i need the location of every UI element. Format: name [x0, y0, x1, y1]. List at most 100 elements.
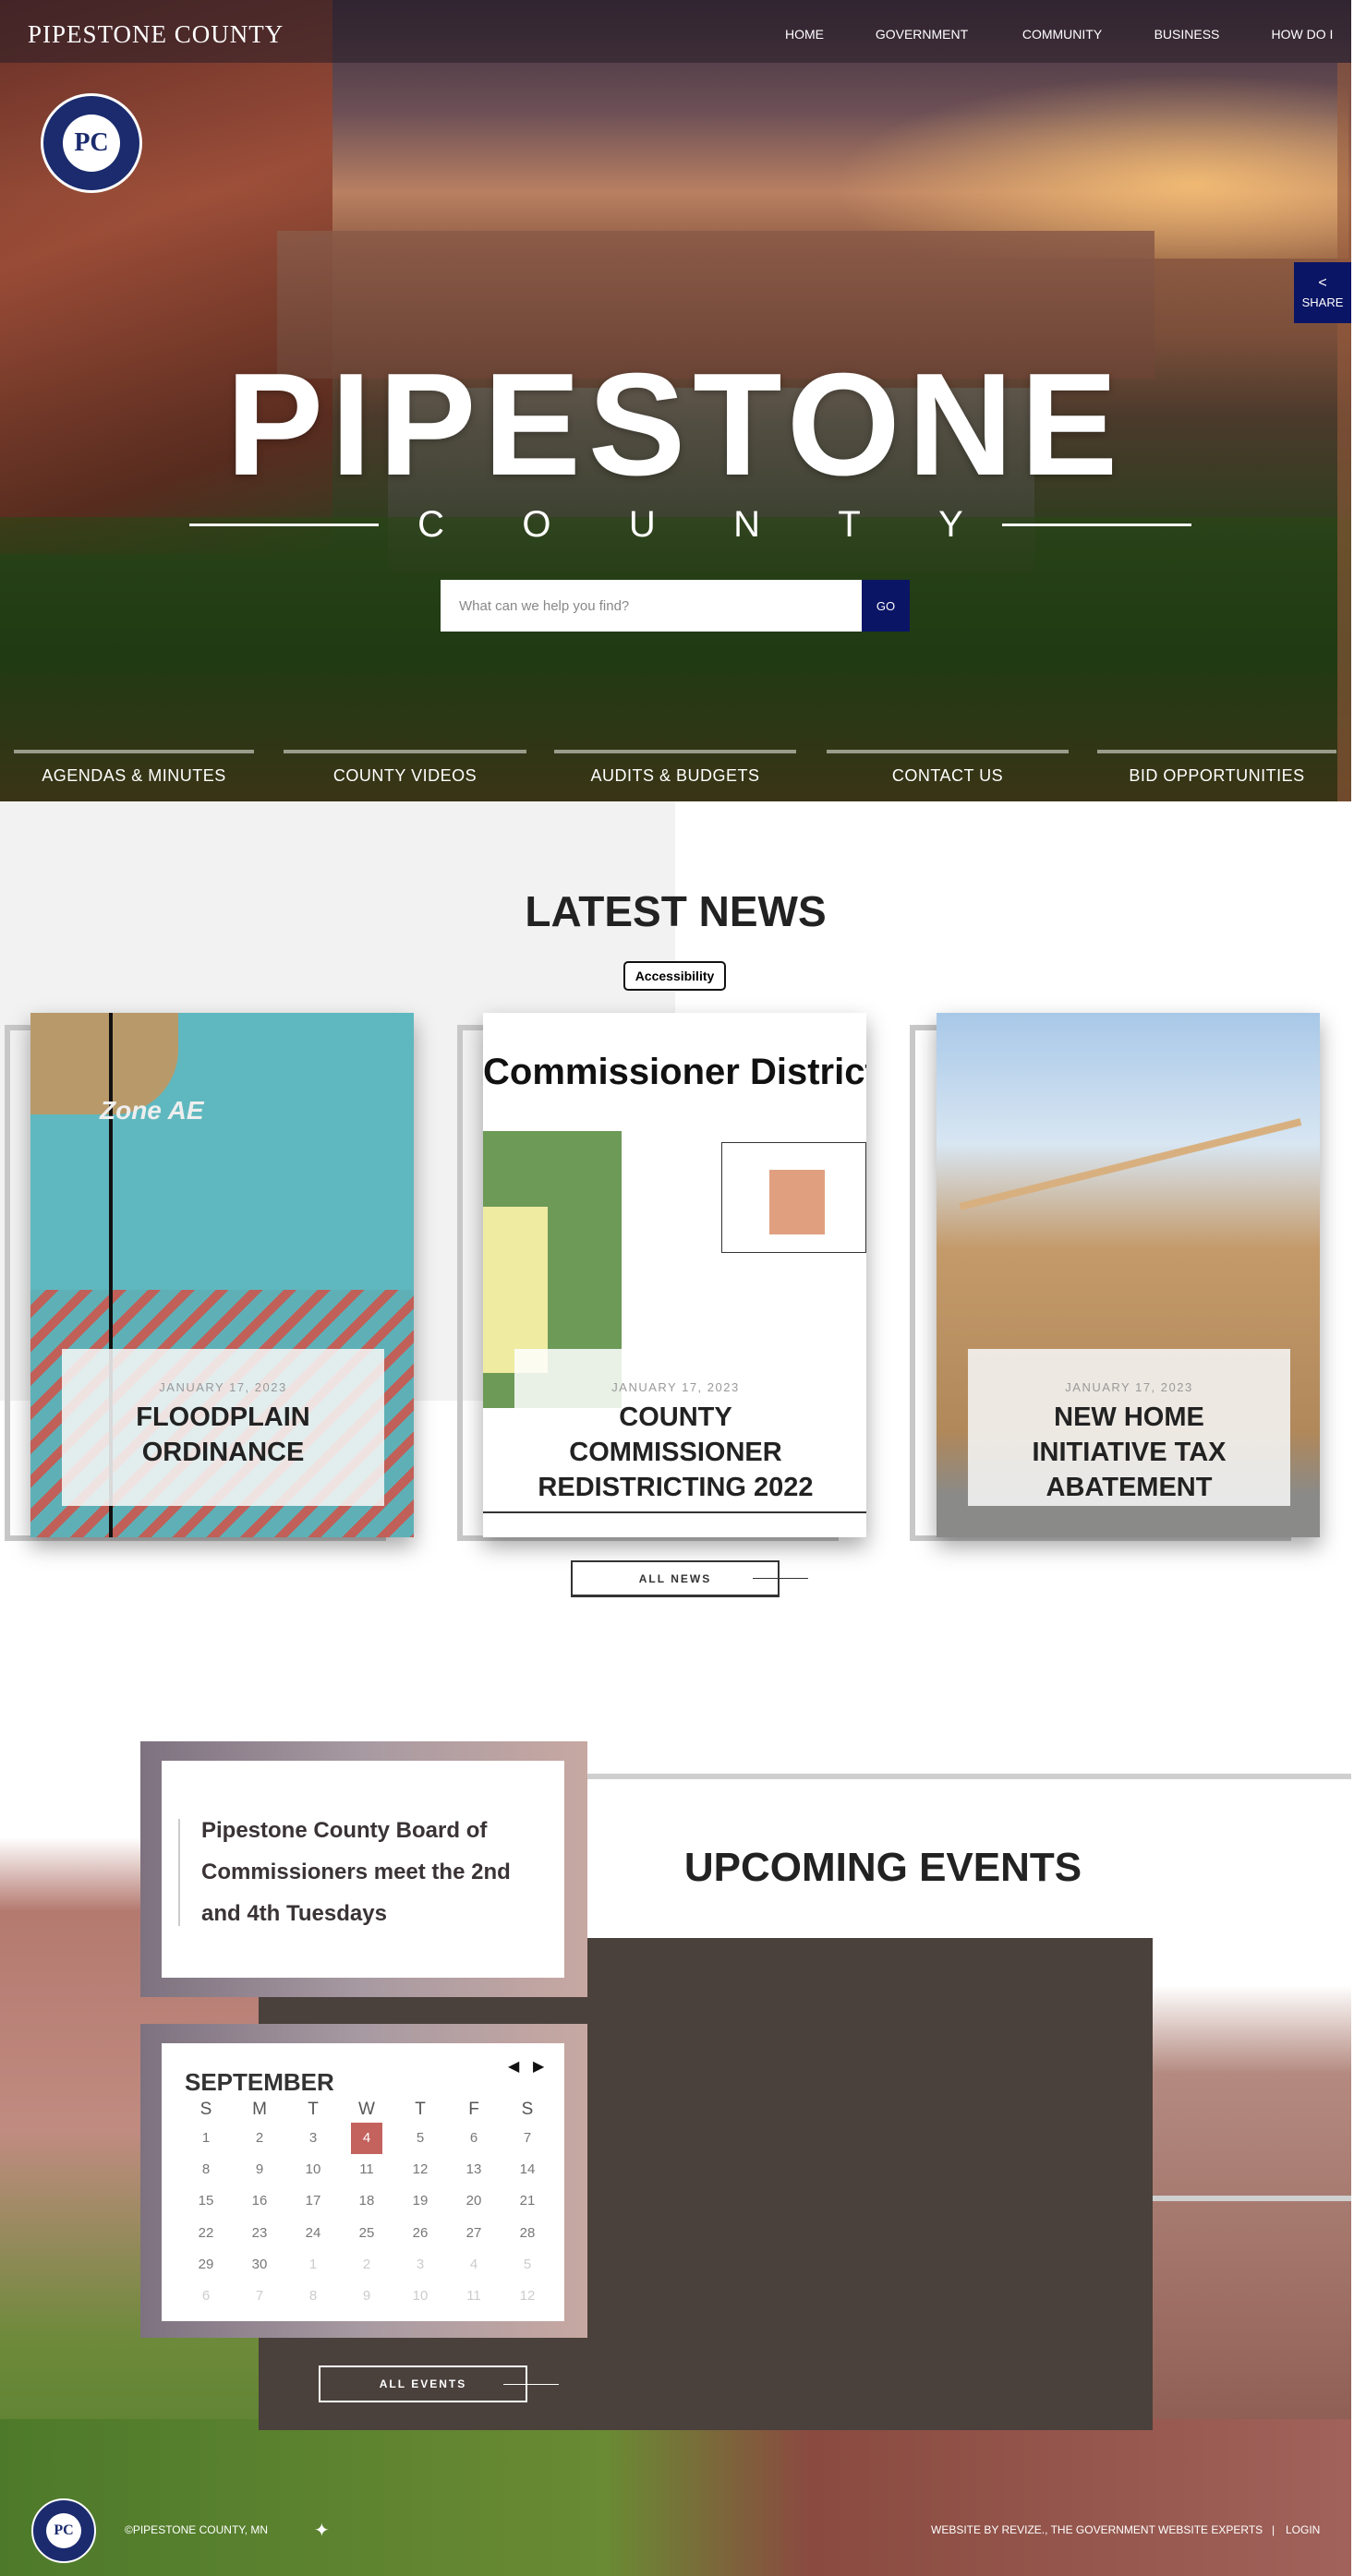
calendar-next-icon[interactable]: ▶: [533, 2057, 544, 2076]
calendar-day[interactable]: 17: [297, 2185, 329, 2217]
subtitle-letter: U: [628, 503, 656, 545]
twitter-icon[interactable]: ✦: [314, 2519, 330, 2542]
calendar-day[interactable]: 10: [405, 2281, 436, 2312]
calendar-day[interactable]: 18: [351, 2185, 382, 2217]
events-section-title: UPCOMING EVENTS: [683, 1845, 1082, 1890]
calendar-day[interactable]: 11: [458, 2281, 490, 2312]
share-button[interactable]: < SHARE: [1294, 262, 1351, 323]
calendar-day[interactable]: 1: [297, 2249, 329, 2281]
hero-title: PIPESTONE: [225, 343, 1126, 506]
seal-initials: PC: [46, 2513, 81, 2548]
accessibility-button[interactable]: Accessibility: [623, 961, 726, 991]
subtitle-letter: T: [838, 503, 861, 545]
calendar-day[interactable]: 8: [297, 2281, 329, 2312]
news-card-floodplain[interactable]: Zone AE JANUARY 17, 2023 FLOODPLAIN ORDI…: [30, 1013, 414, 1537]
calendar-day[interactable]: 27: [458, 2218, 490, 2249]
quick-link-contact[interactable]: CONTACT US: [827, 750, 1069, 796]
calendar-day[interactable]: 30: [244, 2249, 275, 2281]
site-title[interactable]: PIPESTONE COUNTY: [28, 20, 284, 49]
calendar-day[interactable]: 7: [244, 2281, 275, 2312]
nav-how-do-i[interactable]: HOW DO I: [1272, 27, 1334, 42]
search-go-button[interactable]: GO: [862, 580, 910, 632]
subtitle-letter: O: [522, 503, 551, 545]
county-seal-logo[interactable]: PC: [41, 93, 142, 193]
events-background-foliage: [0, 2419, 1351, 2576]
calendar-day[interactable]: 20: [458, 2185, 490, 2217]
news-card-redistricting[interactable]: Commissioner Districts JANUARY 17, 2023 …: [483, 1013, 866, 1537]
calendar-day[interactable]: 8: [190, 2154, 222, 2185]
news-date: JANUARY 17, 2023: [611, 1380, 740, 1394]
nav-business[interactable]: BUSINESS: [1154, 27, 1220, 42]
nav-government[interactable]: GOVERNMENT: [876, 27, 968, 42]
calendar-day[interactable]: 4: [458, 2249, 490, 2281]
calendar-day[interactable]: 28: [512, 2218, 543, 2249]
news-card-tax-abatement[interactable]: JANUARY 17, 2023 NEW HOME INITIATIVE TAX…: [937, 1013, 1320, 1537]
footer-credit-link[interactable]: WEBSITE BY REVIZE., THE GOVERNMENT WEBSI…: [931, 2523, 1263, 2536]
quote-bar: [178, 1819, 180, 1926]
calendar-day[interactable]: 2: [351, 2249, 382, 2281]
subtitle-letter: C: [417, 503, 445, 545]
calendar-day-today[interactable]: 4: [351, 2123, 382, 2154]
all-events-button[interactable]: ALL EVENTS: [319, 2365, 527, 2402]
seal-initials: PC: [63, 114, 120, 172]
calendar-day[interactable]: 3: [405, 2249, 436, 2281]
calendar-day[interactable]: 22: [190, 2218, 222, 2249]
news-card-caption: JANUARY 17, 2023 FLOODPLAIN ORDINANCE: [62, 1349, 384, 1506]
calendar-day[interactable]: 13: [458, 2154, 490, 2185]
calendar-day[interactable]: 19: [405, 2185, 436, 2217]
subtitle-letter: N: [733, 503, 760, 545]
quick-link-bids[interactable]: BID OPPORTUNITIES: [1097, 750, 1336, 796]
calendar-day[interactable]: 25: [351, 2218, 382, 2249]
news-image: [959, 1118, 1302, 1210]
news-title[interactable]: COUNTY COMMISSIONER REDISTRICTING 2022: [514, 1400, 837, 1505]
calendar-day[interactable]: 2: [244, 2123, 275, 2154]
share-icon: <: [1318, 275, 1327, 291]
calendar-day[interactable]: 1: [190, 2123, 222, 2154]
news-date: JANUARY 17, 2023: [1065, 1380, 1193, 1394]
news-title[interactable]: NEW HOME INITIATIVE TAX ABATEMENT: [968, 1400, 1290, 1505]
image-label: Commissioner Districts: [483, 1052, 866, 1092]
footer-copyright: ©PIPESTONE COUNTY, MN: [125, 2523, 269, 2536]
nav-home[interactable]: HOME: [785, 27, 824, 42]
calendar-day[interactable]: 23: [244, 2218, 275, 2249]
quick-link-videos[interactable]: COUNTY VIDEOS: [284, 750, 526, 796]
calendar-day[interactable]: 26: [405, 2218, 436, 2249]
footer-seal-logo[interactable]: PC: [31, 2498, 96, 2563]
calendar-day[interactable]: 3: [297, 2123, 329, 2154]
nav-community[interactable]: COMMUNITY: [1022, 27, 1102, 42]
weekday-label: S: [199, 2100, 212, 2119]
button-accent-line: [503, 2384, 559, 2385]
calendar-day[interactable]: 12: [512, 2281, 543, 2312]
calendar-day[interactable]: 15: [190, 2185, 222, 2217]
calendar-day[interactable]: 9: [244, 2154, 275, 2185]
search-input[interactable]: [441, 580, 862, 632]
news-card-caption: JANUARY 17, 2023 COUNTY COMMISSIONER RED…: [514, 1349, 837, 1506]
calendar-day[interactable]: 21: [512, 2185, 543, 2217]
all-news-button[interactable]: ALL NEWS: [571, 1560, 780, 1597]
weekday-label: F: [468, 2100, 479, 2119]
calendar-day[interactable]: 9: [351, 2281, 382, 2312]
calendar-day[interactable]: 6: [190, 2281, 222, 2312]
calendar-day[interactable]: 6: [458, 2123, 490, 2154]
footer-login-link[interactable]: LOGIN: [1286, 2523, 1320, 2536]
quick-link-audits[interactable]: AUDITS & BUDGETS: [554, 750, 796, 796]
weekday-label: T: [415, 2100, 426, 2119]
news-title[interactable]: FLOODPLAIN ORDINANCE: [62, 1400, 384, 1470]
news-image: [769, 1170, 825, 1234]
quick-link-agendas[interactable]: AGENDAS & MINUTES: [14, 750, 254, 796]
calendar-day[interactable]: 7: [512, 2123, 543, 2154]
calendar-day[interactable]: 12: [405, 2154, 436, 2185]
announcement-text: Pipestone County Board of Commissioners …: [201, 1818, 511, 1926]
calendar-day[interactable]: 5: [405, 2123, 436, 2154]
news-date: JANUARY 17, 2023: [159, 1380, 287, 1394]
calendar-day[interactable]: 11: [351, 2154, 382, 2185]
calendar-day[interactable]: 5: [512, 2249, 543, 2281]
calendar-day[interactable]: 10: [297, 2154, 329, 2185]
news-card-caption: JANUARY 17, 2023 NEW HOME INITIATIVE TAX…: [968, 1349, 1290, 1506]
calendar-day[interactable]: 16: [244, 2185, 275, 2217]
calendar-prev-icon[interactable]: ◀: [508, 2057, 519, 2076]
calendar-day[interactable]: 29: [190, 2249, 222, 2281]
image-label: Zone AE: [100, 1096, 204, 1125]
calendar-day[interactable]: 14: [512, 2154, 543, 2185]
calendar-day[interactable]: 24: [297, 2218, 329, 2249]
